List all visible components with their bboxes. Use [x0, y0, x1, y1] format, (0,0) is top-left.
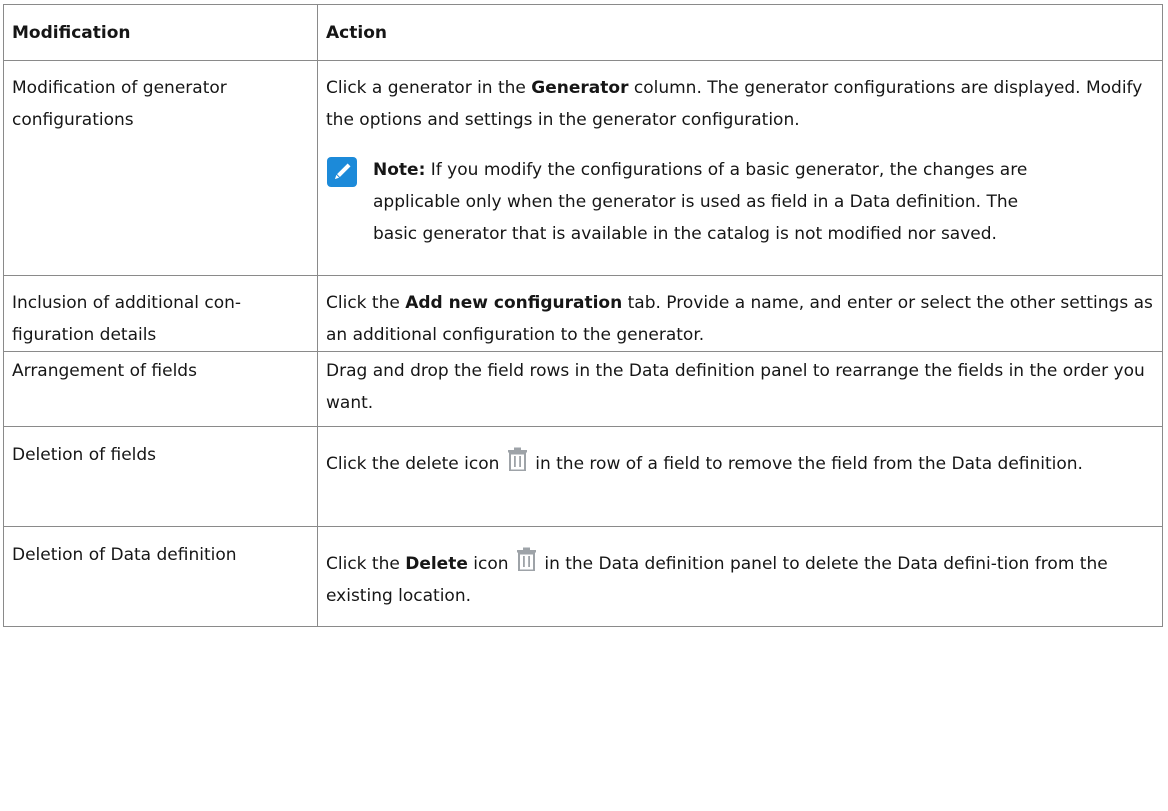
modification-cell: Deletion of Data definition — [3, 526, 318, 627]
action-text: Click the delete icon — [326, 454, 505, 474]
note-label: Note: — [373, 160, 426, 180]
action-text: Click a generator in the — [326, 78, 532, 98]
table-row: Inclusion of additional con-figuration d… — [3, 275, 1163, 352]
action-cell: Drag and drop the field rows in the Data… — [317, 351, 1163, 427]
action-cell: Click the delete icon in the row of a fi… — [317, 426, 1163, 527]
table-header-row: Modification Action — [3, 4, 1163, 61]
action-text: icon — [467, 554, 514, 574]
header-action: Action — [317, 4, 1163, 61]
modification-action-table: Modification Action Modification of gene… — [3, 4, 1163, 627]
modification-cell: Inclusion of additional con-figuration d… — [3, 275, 318, 352]
action-text: Click the — [326, 293, 406, 313]
modification-cell: Arrangement of fields — [3, 351, 318, 427]
modification-cell: Modification of generator configurations — [3, 60, 318, 276]
trash-can-icon — [507, 447, 527, 471]
trash-can-icon — [516, 547, 536, 571]
action-bold-text: Delete — [405, 554, 468, 574]
header-modification: Modification — [3, 4, 318, 61]
pencil-note-icon — [327, 157, 357, 187]
action-bold-text: Generator — [531, 78, 629, 98]
action-text: Click the — [326, 554, 406, 574]
action-cell: Click the Add new configuration tab. Pro… — [317, 275, 1163, 352]
action-cell: Click a generator in the Generator colum… — [317, 60, 1163, 276]
note-body: If you modify the configurations of a ba… — [373, 160, 1028, 244]
action-text: in the row of a field to remove the fiel… — [529, 454, 1083, 474]
table-row: Deletion of fields Click the delete icon… — [3, 426, 1163, 527]
note-block: Note: If you modify the configurations o… — [327, 154, 1154, 250]
table-row: Modification of generator configurations… — [3, 60, 1163, 276]
table-row: Deletion of Data definition Click the De… — [3, 526, 1163, 627]
note-text: Note: If you modify the configurations o… — [373, 154, 1154, 250]
modification-cell: Deletion of fields — [3, 426, 318, 527]
action-cell: Click the Delete icon in the Data defini… — [317, 526, 1163, 627]
table-row: Arrangement of fields Drag and drop the … — [3, 351, 1163, 427]
action-bold-text: Add new configuration — [405, 293, 623, 313]
